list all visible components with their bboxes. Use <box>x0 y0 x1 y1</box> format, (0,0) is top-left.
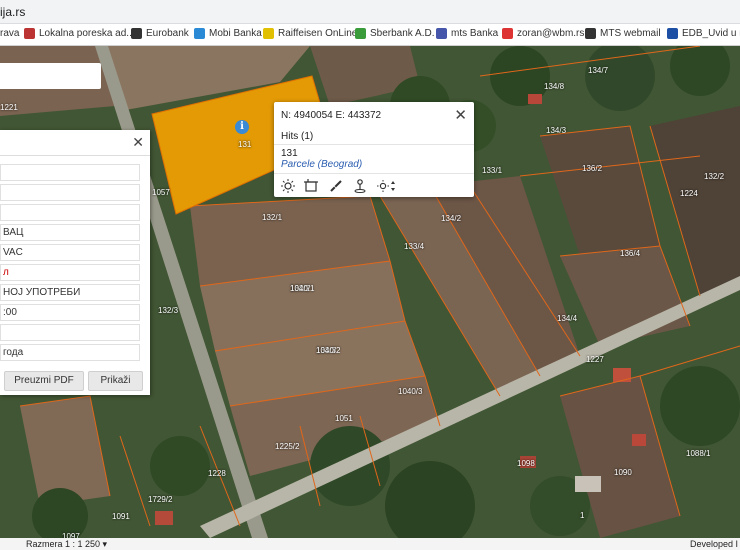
parcel-number-label: 132/3 <box>158 306 179 315</box>
parcel-number-label: 1040/1 <box>290 284 315 293</box>
parcel-number-label: 1225/2 <box>275 442 300 451</box>
mts-icon <box>436 28 447 39</box>
bookmark-label: Raiffeisen OnLine <box>278 28 358 39</box>
coordinates-readout: N: 4940054 E: 443372 <box>281 110 382 121</box>
parcel-number-label: 1091 <box>112 512 130 521</box>
mobi-icon <box>194 28 205 39</box>
close-icon[interactable]: ✕ <box>454 106 467 124</box>
info-field <box>0 164 140 181</box>
scale-selector[interactable]: Razmera 1 : 1 250 ▾ <box>26 539 107 550</box>
bookmark-label: Mobi Banka <box>209 28 262 39</box>
bookmark-label: MTS webmail <box>600 28 661 39</box>
parcel-number-label: 1090 <box>614 468 632 477</box>
edb-icon <box>667 28 678 39</box>
parcel-number-label: 1221 <box>0 103 18 112</box>
parcel-number-label: 1 <box>580 511 585 520</box>
parcel-number-label: 1051 <box>335 414 353 423</box>
parcel-number-label: 134/4 <box>557 314 578 323</box>
bookmark-item[interactable]: Sberbank A.D. <box>355 28 434 39</box>
bookmark-label: zoran@wbm.rs <box>517 28 585 39</box>
parcel-number-label: 1228 <box>208 469 226 478</box>
info-field: года <box>0 344 140 361</box>
parcel-number-label: 1057 <box>152 188 170 197</box>
popup-toolbar <box>274 173 474 197</box>
zoom-to-extent-icon[interactable] <box>304 179 318 193</box>
parcel-number-label: 1040/3 <box>398 387 423 396</box>
address-bar[interactable]: ija.rs <box>0 0 740 24</box>
parcel-number-label: 134/8 <box>544 82 565 91</box>
measure-ruler-icon[interactable] <box>329 179 343 193</box>
bookmark-item[interactable]: Lokalna poreska ad... <box>24 28 135 39</box>
parcel-number-label: 132/1 <box>262 213 283 222</box>
parcel-number-label: 134/7 <box>588 66 609 75</box>
download-pdf-button[interactable]: Preuzmi PDF <box>4 371 84 391</box>
bookmark-item[interactable]: Raiffeisen OnLine <box>263 28 357 39</box>
parcel-number-label: 1729/2 <box>148 495 173 504</box>
raiffeisen-icon <box>263 28 274 39</box>
url-text[interactable]: ija.rs <box>0 5 25 19</box>
globe-icon <box>131 28 142 39</box>
highlight-sun-icon[interactable] <box>281 179 295 193</box>
info-field: л <box>0 264 140 281</box>
mail-icon <box>502 28 513 39</box>
developed-by-text: Developed I <box>689 539 738 549</box>
bookmark-item[interactable]: rava <box>0 28 19 39</box>
bookmark-item[interactable]: mts Banka <box>436 28 498 39</box>
parcel-number-label: 1224 <box>680 189 698 198</box>
parcel-info-panel: ✕ ВАЦ VAC л НОЈ УПОТРЕБИ :00 года Preuzmi PDF… <box>0 130 150 395</box>
parcel-number-label: 133/4 <box>404 242 425 251</box>
info-field <box>0 184 140 201</box>
bookmark-item[interactable]: MTS webmail <box>585 28 661 39</box>
search-box[interactable] <box>0 63 101 89</box>
parcel-number-label: 136/4 <box>620 249 641 258</box>
pin-location-icon[interactable] <box>353 179 367 193</box>
info-field <box>0 204 140 221</box>
hits-count: Hits (1) <box>281 131 314 142</box>
close-icon[interactable]: ✕ <box>132 134 144 151</box>
parcel-number-label: 133/1 <box>482 166 503 175</box>
globe-icon <box>585 28 596 39</box>
show-button[interactable]: Prikaži <box>88 371 143 391</box>
sberbank-icon <box>355 28 366 39</box>
layer-name-link[interactable]: Parcele (Beograd) <box>281 159 362 170</box>
info-marker-icon[interactable]: i <box>235 120 249 134</box>
parcel-number-label: 1040/2 <box>316 346 341 355</box>
popup-divider <box>274 144 474 145</box>
parcel-number-label: 1227 <box>586 355 604 364</box>
info-field: VAC <box>0 244 140 261</box>
parcel-number-label: 1098 <box>517 459 535 468</box>
parcel-number-label: 134/2 <box>441 214 462 223</box>
bookmark-label: Eurobank <box>146 28 189 39</box>
bookmark-item[interactable]: zoran@wbm.rs <box>502 28 584 39</box>
info-field <box>0 324 140 341</box>
bookmark-label: Lokalna poreska ad... <box>39 28 135 39</box>
style-dropdown-icon[interactable] <box>376 179 396 193</box>
parcel-number-label: 1088/1 <box>686 449 711 458</box>
panel-divider <box>0 155 150 156</box>
parcel-number-label: 136/2 <box>582 164 603 173</box>
info-field: ВАЦ <box>0 224 140 241</box>
bookmark-item[interactable]: Eurobank <box>131 28 189 39</box>
bookmark-label: Sberbank A.D. <box>370 28 435 39</box>
parcel-number-label: 132/2 <box>704 172 725 181</box>
bookmark-label: EDB_Uvid u račun <box>682 28 740 39</box>
bookmark-label: mts Banka <box>451 28 499 39</box>
bookmark-item[interactable]: EDB_Uvid u račun <box>667 28 740 39</box>
crest-icon <box>24 28 35 39</box>
parcel-number-label: 131 <box>238 140 252 149</box>
identify-popup: N: 4940054 E: 443372 ✕ Hits (1) 131 Parc… <box>274 102 474 197</box>
info-field: НОЈ УПОТРЕБИ <box>0 284 140 301</box>
status-bar: Razmera 1 : 1 250 ▾ Developed I <box>0 538 740 550</box>
parcel-number-label: 134/3 <box>546 126 567 135</box>
info-field: :00 <box>0 304 140 321</box>
parcel-number: 131 <box>281 148 298 159</box>
bookmark-item[interactable]: Mobi Banka <box>194 28 262 39</box>
bookmark-label: rava <box>0 28 20 39</box>
bookmarks-bar: rava Lokalna poreska ad... Eurobank Mobi Ba… <box>0 24 740 46</box>
